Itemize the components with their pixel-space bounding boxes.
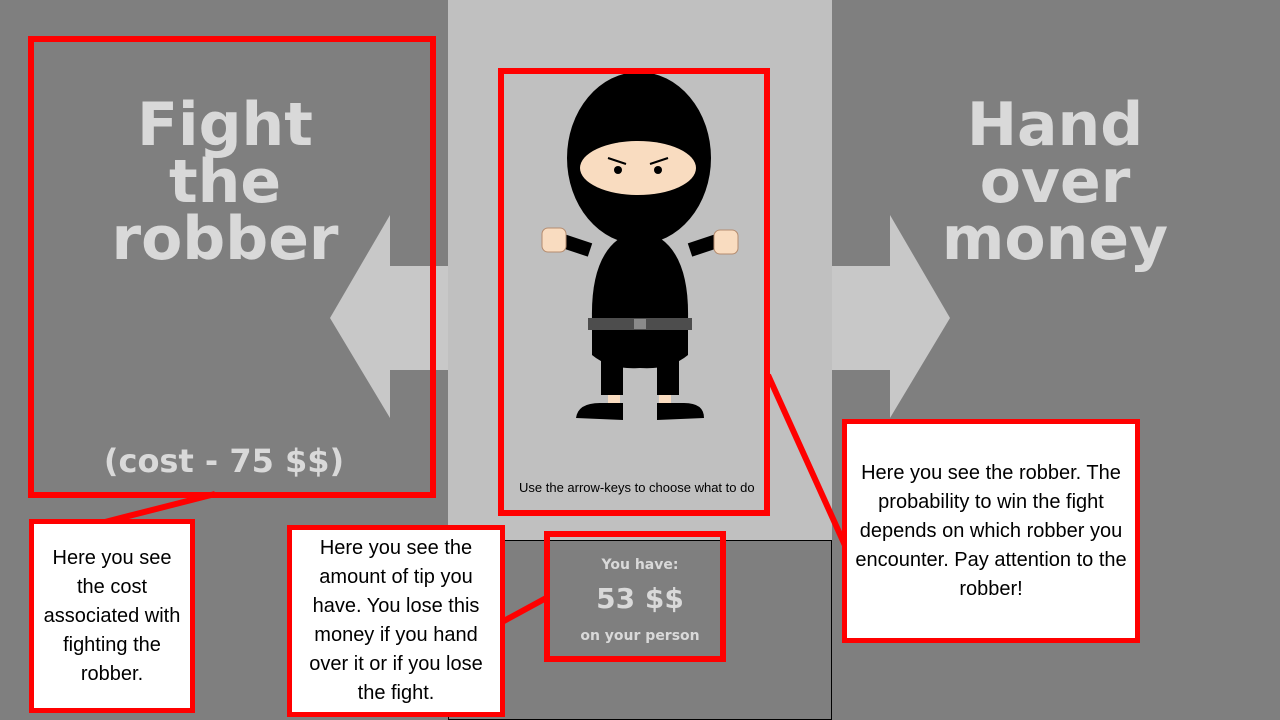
robber-callout: Here you see the robber. The probability… bbox=[842, 419, 1140, 643]
tip-callout: Here you see the amount of tip you have.… bbox=[287, 525, 505, 717]
cost-callout: Here you see the cost associated with fi… bbox=[29, 519, 195, 713]
